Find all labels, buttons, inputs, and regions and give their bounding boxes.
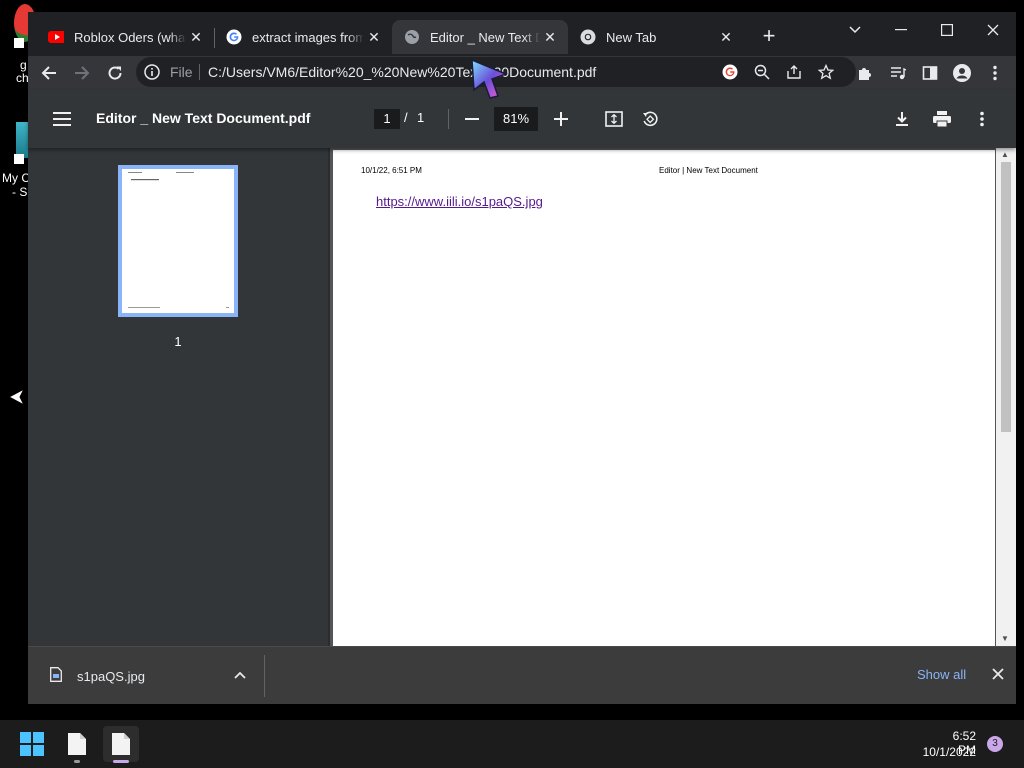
tab-youtube[interactable]: Roblox Oders (what h ✕	[36, 20, 214, 54]
back-button[interactable]	[34, 58, 64, 88]
chrome-icon	[580, 29, 596, 45]
media-control-icon[interactable]	[883, 58, 913, 88]
zoom-level-input[interactable]: 81%	[494, 107, 538, 131]
side-panel-icon[interactable]	[915, 58, 945, 88]
forward-button[interactable]	[67, 58, 97, 88]
scheme-label: File	[170, 64, 193, 80]
browser-menu-icon[interactable]	[980, 58, 1010, 88]
pdf-viewer: 10/1/22, 6:51 PM Editor | New Text Docum…	[330, 148, 1016, 646]
page-header-title: Editor | New Text Document	[659, 166, 758, 175]
profile-avatar-icon[interactable]	[947, 58, 977, 88]
pdf-page: 10/1/22, 6:51 PM Editor | New Text Docum…	[333, 150, 995, 646]
mouse-cursor-icon	[471, 58, 509, 99]
address-divider	[199, 64, 200, 80]
zoom-icon[interactable]	[752, 62, 772, 82]
page-link[interactable]: https://www.iili.io/s1paQS.jpg	[376, 194, 543, 209]
close-window-button[interactable]	[970, 16, 1016, 44]
close-icon[interactable]: ✕	[540, 27, 560, 47]
show-all-button[interactable]: Show all	[917, 667, 966, 682]
tab-title: extract images from u	[252, 29, 364, 45]
desktop-icon-label: g	[20, 58, 27, 72]
page-separator: /	[404, 110, 408, 125]
info-icon[interactable]	[142, 62, 162, 82]
tab-editor-pdf[interactable]: Editor _ New Text Doc ✕	[392, 20, 568, 54]
sidebar-menu-icon[interactable]	[50, 107, 74, 131]
page-number-input[interactable]: 1	[374, 109, 400, 129]
globe-icon	[404, 29, 420, 45]
browser-toolbar: File C:/Users/VM6/Editor%20_%20New%20Tex…	[28, 56, 1016, 90]
vertical-scrollbar[interactable]: ▲ ▼	[996, 148, 1016, 646]
desktop-icon-label: My C	[2, 171, 30, 185]
shortcut-arrow-icon	[14, 38, 24, 48]
page-header-date: 10/1/22, 6:51 PM	[361, 166, 422, 175]
close-icon[interactable]: ✕	[716, 27, 736, 47]
tab-title: Editor _ New Text Doc	[430, 29, 540, 45]
zoom-out-button[interactable]	[460, 107, 484, 131]
folder-shortcut-icon[interactable]	[16, 122, 28, 158]
start-button[interactable]	[14, 726, 50, 762]
zoom-in-button[interactable]	[549, 107, 573, 131]
tab-title: Roblox Oders (what h	[74, 29, 186, 45]
reload-button[interactable]	[100, 58, 130, 88]
running-indicator	[74, 760, 80, 763]
download-bar: s1paQS.jpg Show all	[28, 646, 1016, 704]
taskbar-date[interactable]: 10/1/2022	[920, 745, 976, 759]
google-icon	[226, 29, 242, 45]
print-icon[interactable]	[930, 107, 954, 131]
taskbar-notepad-app[interactable]	[59, 726, 95, 762]
close-icon[interactable]: ✕	[186, 27, 206, 47]
youtube-icon	[48, 29, 64, 45]
tab-search-chevron-icon[interactable]	[832, 16, 878, 44]
download-divider	[264, 655, 265, 697]
pdf-title: Editor _ New Text Document.pdf	[96, 110, 311, 126]
fit-to-page-icon[interactable]	[602, 107, 626, 131]
page-thumbnail[interactable]	[118, 165, 238, 317]
notification-badge[interactable]: 3	[987, 736, 1003, 752]
google-lens-icon[interactable]	[720, 62, 740, 82]
minimize-button[interactable]	[878, 16, 924, 44]
extensions-puzzle-icon[interactable]	[850, 58, 880, 88]
tab-google[interactable]: extract images from u ✕	[214, 20, 392, 54]
desktop-icon-label: ch	[16, 71, 29, 85]
collapse-arrow-icon[interactable]	[6, 386, 30, 408]
thumbnail-sidebar: 1	[28, 148, 330, 646]
browser-window: Roblox Oders (what h ✕ extract images fr…	[28, 12, 1016, 704]
windows-logo-icon	[20, 732, 44, 756]
taskbar-active-app[interactable]	[103, 726, 139, 762]
document-icon	[112, 733, 130, 755]
tab-strip: Roblox Oders (what h ✕ extract images fr…	[28, 12, 1016, 56]
thumbnail-page-number: 1	[174, 334, 182, 349]
close-icon[interactable]	[990, 666, 1006, 682]
tab-title: New Tab	[606, 29, 657, 45]
download-filename[interactable]: s1paQS.jpg	[77, 669, 145, 684]
active-indicator	[113, 760, 129, 763]
maximize-button[interactable]	[924, 16, 970, 44]
rotate-icon[interactable]	[638, 107, 662, 131]
page-total: 1	[417, 110, 425, 125]
scrollbar-thumb[interactable]	[1001, 162, 1011, 432]
scroll-up-arrow-icon[interactable]: ▲	[1001, 150, 1009, 159]
scroll-down-arrow-icon[interactable]: ▼	[1001, 634, 1009, 643]
toolbar-divider	[448, 109, 449, 129]
thumbnail-page-preview	[128, 172, 229, 308]
bookmark-star-icon[interactable]	[816, 62, 836, 82]
close-icon[interactable]: ✕	[364, 27, 384, 47]
chevron-up-icon[interactable]	[232, 667, 248, 683]
file-icon	[50, 667, 62, 682]
shortcut-arrow-icon	[14, 154, 24, 164]
taskbar: 6:52 PM 10/1/2022 3	[0, 720, 1024, 768]
pdf-more-options-icon[interactable]	[970, 107, 994, 131]
document-icon	[68, 733, 86, 755]
pdf-toolbar: Editor _ New Text Document.pdf 1 / 1 81%	[28, 90, 1016, 148]
tab-new-tab[interactable]: New Tab ✕	[568, 20, 744, 54]
download-icon[interactable]	[890, 107, 914, 131]
url-text[interactable]: C:/Users/VM6/Editor%20_%20New%20Text%20D…	[208, 64, 596, 80]
share-icon[interactable]	[784, 62, 804, 82]
new-tab-button[interactable]: +	[758, 25, 780, 48]
